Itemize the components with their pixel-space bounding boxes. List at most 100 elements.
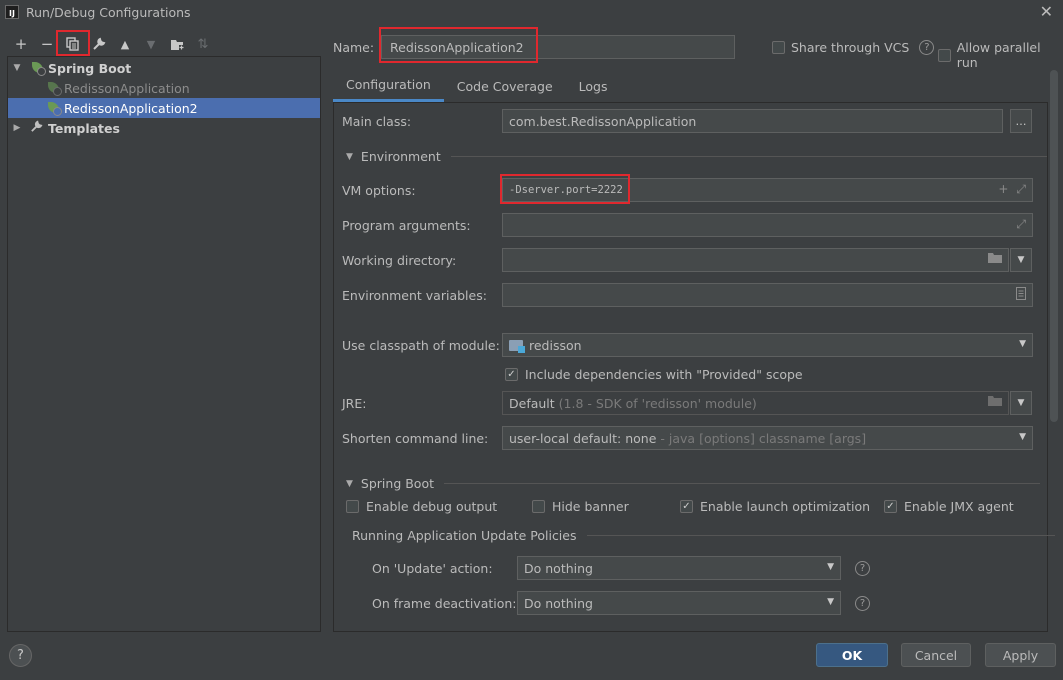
browse-main-class-button[interactable]: … — [1010, 109, 1032, 133]
cancel-button[interactable]: Cancel — [901, 643, 971, 667]
tree-node-redisson-application2[interactable]: RedissonApplication2 — [8, 98, 320, 118]
ok-button[interactable]: OK — [816, 643, 888, 667]
spring-boot-icon — [30, 61, 46, 76]
divider — [450, 156, 1047, 157]
collapse-arrow-icon[interactable]: ▶ — [10, 123, 24, 133]
expand-arrow-icon: ▼ — [346, 478, 353, 489]
working-dir-dropdown[interactable]: ▼ — [1010, 248, 1032, 272]
tree-label-spring-boot: Spring Boot — [48, 60, 132, 76]
jmx-row: Enable JMX agent — [884, 499, 1014, 514]
tree-label-templates: Templates — [48, 120, 120, 136]
jmx-label: Enable JMX agent — [904, 499, 1014, 514]
field-actions: + ⤢ — [998, 182, 1026, 197]
window-title: Run/Debug Configurations — [26, 4, 191, 20]
hide-banner-checkbox[interactable] — [532, 500, 545, 513]
include-deps-row: Include dependencies with "Provided" sco… — [505, 367, 803, 382]
intellij-logo-icon: IJ — [5, 5, 19, 19]
tree-label-item: RedissonApplication2 — [64, 100, 198, 116]
module-icon — [509, 339, 525, 353]
move-up-button[interactable]: ▲ — [112, 33, 138, 55]
vertical-scrollbar[interactable] — [1050, 70, 1058, 422]
tree-node-spring-boot[interactable]: ▼ Spring Boot — [8, 58, 320, 78]
wrench-icon — [93, 37, 106, 50]
policies-header-label: Running Application Update Policies — [352, 528, 577, 543]
tree-node-templates[interactable]: ▶ Templates — [8, 118, 320, 138]
add-configuration-button[interactable]: + — [8, 33, 34, 55]
move-down-button[interactable]: ▼ — [138, 33, 164, 55]
main-class-label: Main class: — [342, 114, 412, 129]
spring-boot-icon — [46, 101, 62, 116]
parallel-run-checkbox[interactable] — [938, 48, 951, 62]
expand-icon[interactable]: ⤢ — [1016, 182, 1026, 197]
shorten-value: user-local default: none — [509, 430, 657, 446]
working-dir-input[interactable] — [502, 248, 1009, 272]
folder-add-icon — [170, 39, 184, 50]
expand-arrow-icon[interactable]: ▼ — [10, 63, 24, 73]
folder-icon[interactable] — [988, 252, 1002, 263]
launch-opt-row: Enable launch optimization — [680, 499, 870, 514]
environment-section-header[interactable]: ▼ Environment — [346, 149, 1047, 164]
share-vcs-row: Share through VCS ? — [772, 40, 935, 55]
spring-boot-header-label: Spring Boot — [360, 476, 435, 491]
shorten-cmd-dropdown[interactable]: user-local default: none - java [options… — [502, 426, 1033, 450]
chevron-down-icon: ▼ — [827, 597, 834, 607]
help-icon[interactable]: ? — [919, 40, 935, 55]
main-class-input[interactable]: com.best.RedissonApplication — [502, 109, 1003, 133]
shorten-label: Shorten command line: — [342, 431, 489, 446]
on-update-label: On 'Update' action: — [372, 561, 493, 576]
apply-button[interactable]: Apply — [985, 643, 1056, 667]
jre-dropdown[interactable]: ▼ — [1010, 391, 1032, 415]
env-vars-input[interactable] — [502, 283, 1033, 307]
jre-label: JRE: — [342, 396, 367, 411]
include-deps-checkbox[interactable] — [505, 368, 518, 381]
tree-label-item: RedissonApplication — [64, 80, 190, 96]
enable-debug-checkbox[interactable] — [346, 500, 359, 513]
expand-icon[interactable]: ⤢ — [1016, 217, 1026, 232]
on-update-value: Do nothing — [524, 560, 593, 576]
folder-icon[interactable] — [988, 395, 1002, 406]
program-args-input[interactable]: ⤢ — [502, 213, 1033, 237]
include-deps-label: Include dependencies with "Provided" sco… — [525, 367, 803, 382]
jmx-checkbox[interactable] — [884, 500, 897, 513]
tab-code-coverage[interactable]: Code Coverage — [444, 70, 566, 102]
new-folder-button[interactable] — [164, 33, 190, 55]
enable-debug-row: Enable debug output — [346, 499, 497, 514]
on-frame-dropdown[interactable]: Do nothing ▼ — [517, 591, 841, 615]
jre-input[interactable]: Default (1.8 - SDK of 'redisson' module) — [502, 391, 1009, 415]
tab-logs[interactable]: Logs — [566, 70, 621, 102]
on-update-dropdown[interactable]: Do nothing ▼ — [517, 556, 841, 580]
on-frame-label: On frame deactivation: — [372, 596, 517, 611]
jre-hint: (1.8 - SDK of 'redisson' module) — [558, 395, 757, 411]
tab-configuration[interactable]: Configuration — [333, 70, 444, 102]
divider — [444, 483, 1041, 484]
update-policies-header: Running Application Update Policies — [352, 528, 1055, 543]
classpath-value: redisson — [529, 337, 582, 353]
spring-boot-section-header[interactable]: ▼ Spring Boot — [346, 476, 1041, 491]
field-actions — [988, 395, 1002, 406]
close-icon[interactable]: ✕ — [1040, 2, 1053, 21]
main-class-value: com.best.RedissonApplication — [509, 113, 697, 129]
share-vcs-label: Share through VCS — [791, 40, 910, 55]
on-frame-value: Do nothing — [524, 595, 593, 611]
classpath-label: Use classpath of module: — [342, 338, 500, 353]
parallel-run-row: Allow parallel run — [938, 40, 1063, 70]
help-icon[interactable]: ? — [855, 596, 870, 611]
configurations-tree: ▼ Spring Boot RedissonApplication Rediss… — [7, 56, 321, 632]
classpath-module-dropdown[interactable]: redisson ▼ — [502, 333, 1033, 357]
document-icon[interactable] — [1016, 287, 1026, 300]
sort-button[interactable]: ⇅ — [190, 33, 216, 55]
tree-node-redisson-application[interactable]: RedissonApplication — [8, 78, 320, 98]
vm-options-highlight-box — [500, 174, 630, 204]
jre-value: Default — [509, 395, 555, 411]
help-button[interactable]: ? — [9, 644, 32, 667]
chevron-down-icon: ▼ — [1019, 432, 1026, 442]
add-icon[interactable]: + — [998, 182, 1008, 197]
chevron-down-icon: ▼ — [1019, 339, 1026, 349]
share-vcs-checkbox[interactable] — [772, 41, 785, 54]
help-icon[interactable]: ? — [855, 561, 870, 576]
chevron-down-icon: ▼ — [827, 562, 834, 572]
enable-debug-label: Enable debug output — [366, 499, 498, 514]
parallel-run-label: Allow parallel run — [956, 40, 1041, 70]
launch-opt-checkbox[interactable] — [680, 500, 693, 513]
field-actions — [988, 252, 1002, 263]
